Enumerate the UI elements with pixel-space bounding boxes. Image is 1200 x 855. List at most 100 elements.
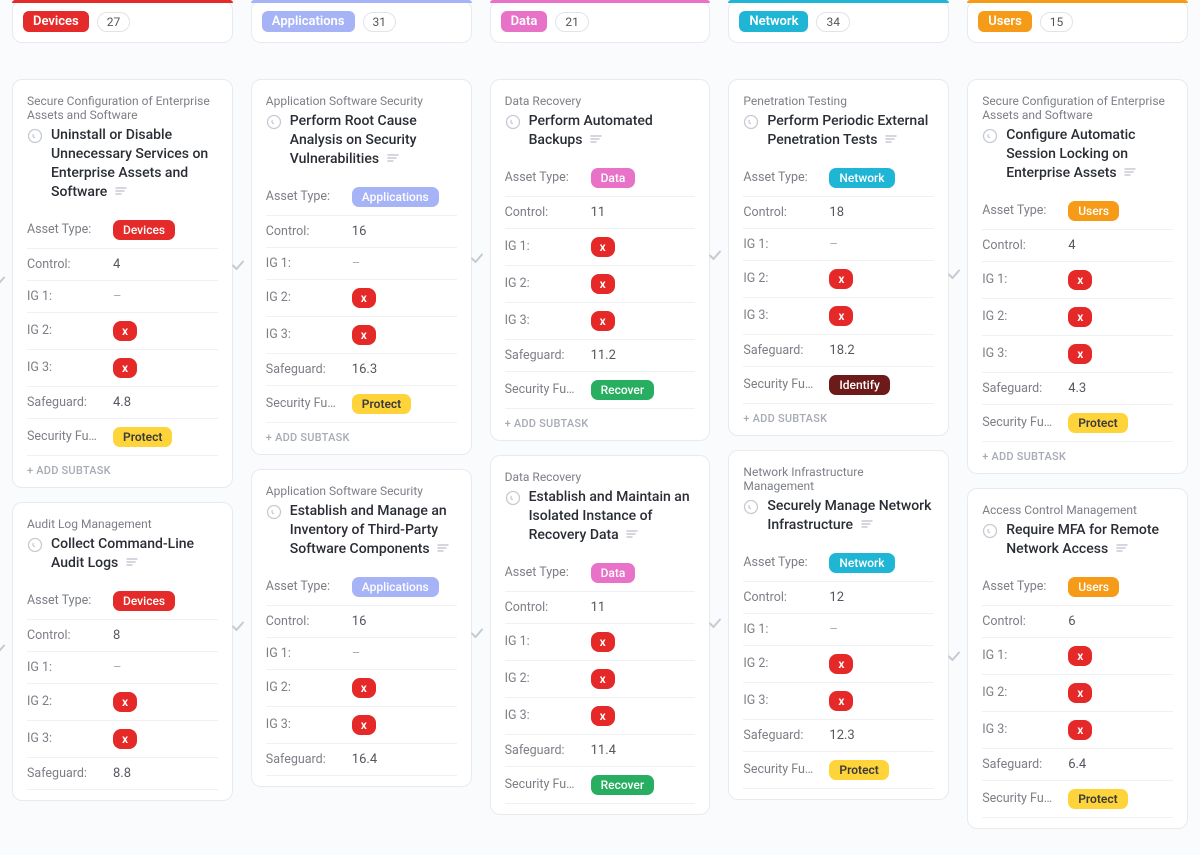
column-label[interactable]: Data — [501, 11, 548, 32]
task-category: Network Infrastructure Management — [743, 465, 934, 493]
asset-type-pill[interactable]: Users — [1068, 577, 1119, 597]
card-check-icon[interactable] — [946, 648, 962, 668]
field-label-control: Control: — [27, 257, 103, 272]
asset-type-pill[interactable]: Applications — [352, 187, 439, 207]
task-title[interactable]: Establish and Manage an Inventory of Thi… — [290, 502, 457, 559]
task-category: Secure Configuration of Enterprise Asset… — [27, 94, 218, 122]
column-header[interactable]: Users15 — [967, 0, 1188, 43]
security-function-pill[interactable]: Protect — [1068, 789, 1127, 809]
security-function-pill[interactable]: Protect — [113, 427, 172, 447]
asset-type-pill[interactable]: Network — [829, 553, 894, 573]
safeguard-value: 16.3 — [352, 362, 377, 377]
control-value: 16 — [352, 614, 367, 629]
security-function-pill[interactable]: Recover — [591, 380, 655, 400]
column-label[interactable]: Devices — [23, 11, 89, 32]
task-card[interactable]: Access Control ManagementRequire MFA for… — [967, 488, 1188, 829]
task-title[interactable]: Securely Manage Network Infrastructure — [767, 497, 934, 535]
asset-type-pill[interactable]: Data — [591, 168, 636, 188]
task-title[interactable]: Uninstall or Disable Unnecessary Service… — [51, 126, 218, 202]
add-subtask-button[interactable]: + ADD SUBTASK — [982, 442, 1173, 469]
ig-x-badge: x — [1068, 270, 1092, 290]
card-check-icon[interactable] — [230, 618, 246, 638]
task-card[interactable]: Network Infrastructure Management Securel… — [728, 450, 949, 800]
card-check-icon[interactable] — [469, 625, 485, 645]
task-card[interactable]: Secure Configuration of Enterprise Asset… — [12, 79, 233, 488]
task-icon — [982, 523, 998, 543]
task-category: Data Recovery — [505, 470, 696, 484]
task-icon — [266, 504, 282, 524]
asset-type-pill[interactable]: Data — [591, 563, 636, 583]
task-title[interactable]: Establish and Maintain an Isolated Insta… — [529, 488, 696, 545]
field-label-ig2: IG 2: — [743, 656, 819, 671]
task-icon — [743, 114, 759, 134]
description-icon — [626, 526, 638, 545]
card-check-icon[interactable] — [707, 615, 723, 635]
add-subtask-button[interactable]: + ADD SUBTASK — [27, 456, 218, 483]
card-check-icon[interactable] — [230, 257, 246, 277]
task-card[interactable]: Audit Log ManagementCollect Command-Line… — [12, 502, 233, 801]
task-card[interactable]: Penetration TestingPerform Periodic Exte… — [728, 79, 949, 436]
safeguard-value: 8.8 — [113, 766, 131, 781]
column-header[interactable]: Applications31 — [251, 0, 472, 43]
column-label[interactable]: Network — [739, 11, 808, 32]
ig-x-badge: x — [591, 706, 615, 726]
add-subtask-button[interactable]: + ADD SUBTASK — [743, 404, 934, 431]
ig-x-badge: x — [113, 358, 137, 378]
column-data: Data21Data RecoveryPerform Automated Bac… — [490, 0, 711, 829]
task-card[interactable]: Data Recovery Establish and Maintain an I… — [490, 455, 711, 815]
column-header[interactable]: Devices27 — [12, 0, 233, 43]
field-label-asset: Asset Type: — [982, 579, 1058, 594]
column-applications: Applications31 Application Software Secur… — [251, 0, 472, 801]
column-header[interactable]: Network34 — [728, 0, 949, 43]
security-function-pill[interactable]: Recover — [591, 775, 655, 795]
task-title[interactable]: Perform Root Cause Analysis on Security … — [290, 112, 457, 169]
task-card[interactable]: Application Software Security Establish a… — [251, 469, 472, 787]
task-category: Application Software Security — [266, 484, 457, 498]
card-check-icon[interactable] — [0, 273, 7, 293]
asset-type-pill[interactable]: Devices — [113, 591, 175, 611]
asset-type-pill[interactable]: Devices — [113, 220, 175, 240]
add-subtask-button[interactable]: + ADD SUBTASK — [505, 409, 696, 436]
task-title[interactable]: Require MFA for Remote Network Access — [1006, 521, 1173, 559]
field-label-ig1: IG 1: — [27, 289, 103, 304]
task-title[interactable]: Perform Periodic External Penetration Te… — [767, 112, 934, 150]
asset-type-pill[interactable]: Users — [1068, 201, 1119, 221]
card-check-icon[interactable] — [0, 641, 7, 661]
column-label[interactable]: Users — [978, 11, 1032, 32]
security-function-pill[interactable]: Protect — [1068, 413, 1127, 433]
field-label-control: Control: — [982, 614, 1058, 629]
task-title[interactable]: Configure Automatic Session Locking on E… — [1006, 126, 1173, 183]
description-icon — [126, 554, 138, 573]
task-category: Secure Configuration of Enterprise Asset… — [982, 94, 1173, 122]
task-card[interactable]: Application Software SecurityPerform Roo… — [251, 79, 472, 455]
add-subtask-button[interactable]: + ADD SUBTASK — [266, 423, 457, 450]
card-check-icon[interactable] — [946, 266, 962, 286]
asset-type-pill[interactable]: Applications — [352, 577, 439, 597]
task-icon — [505, 114, 521, 134]
task-title[interactable]: Perform Automated Backups — [529, 112, 696, 150]
ig-x-badge: x — [352, 678, 376, 698]
task-card[interactable]: Data RecoveryPerform Automated Backups A… — [490, 79, 711, 441]
security-function-pill[interactable]: Protect — [829, 760, 888, 780]
card-check-icon[interactable] — [707, 247, 723, 267]
field-label-ig3: IG 3: — [266, 327, 342, 342]
task-title[interactable]: Collect Command-Line Audit Logs — [51, 535, 218, 573]
field-label-secfn: Security Fu… — [982, 791, 1058, 806]
asset-type-pill[interactable]: Network — [829, 168, 894, 188]
ig-x-badge: x — [352, 715, 376, 735]
security-function-pill[interactable]: Identify — [829, 375, 889, 395]
column-header[interactable]: Data21 — [490, 0, 711, 43]
field-label-ig2: IG 2: — [27, 694, 103, 709]
ig-x-badge: x — [1068, 344, 1092, 364]
field-label-asset: Asset Type: — [505, 565, 581, 580]
security-function-pill[interactable]: Protect — [352, 394, 411, 414]
column-label[interactable]: Applications — [262, 11, 355, 32]
card-check-icon[interactable] — [469, 250, 485, 270]
task-card[interactable]: Secure Configuration of Enterprise Asset… — [967, 79, 1188, 474]
ig-dash: – — [113, 660, 122, 675]
control-value: 12 — [829, 590, 844, 605]
field-label-control: Control: — [743, 590, 819, 605]
ig-dash: – — [829, 622, 838, 637]
description-icon — [861, 516, 873, 535]
field-label-ig2: IG 2: — [266, 680, 342, 695]
